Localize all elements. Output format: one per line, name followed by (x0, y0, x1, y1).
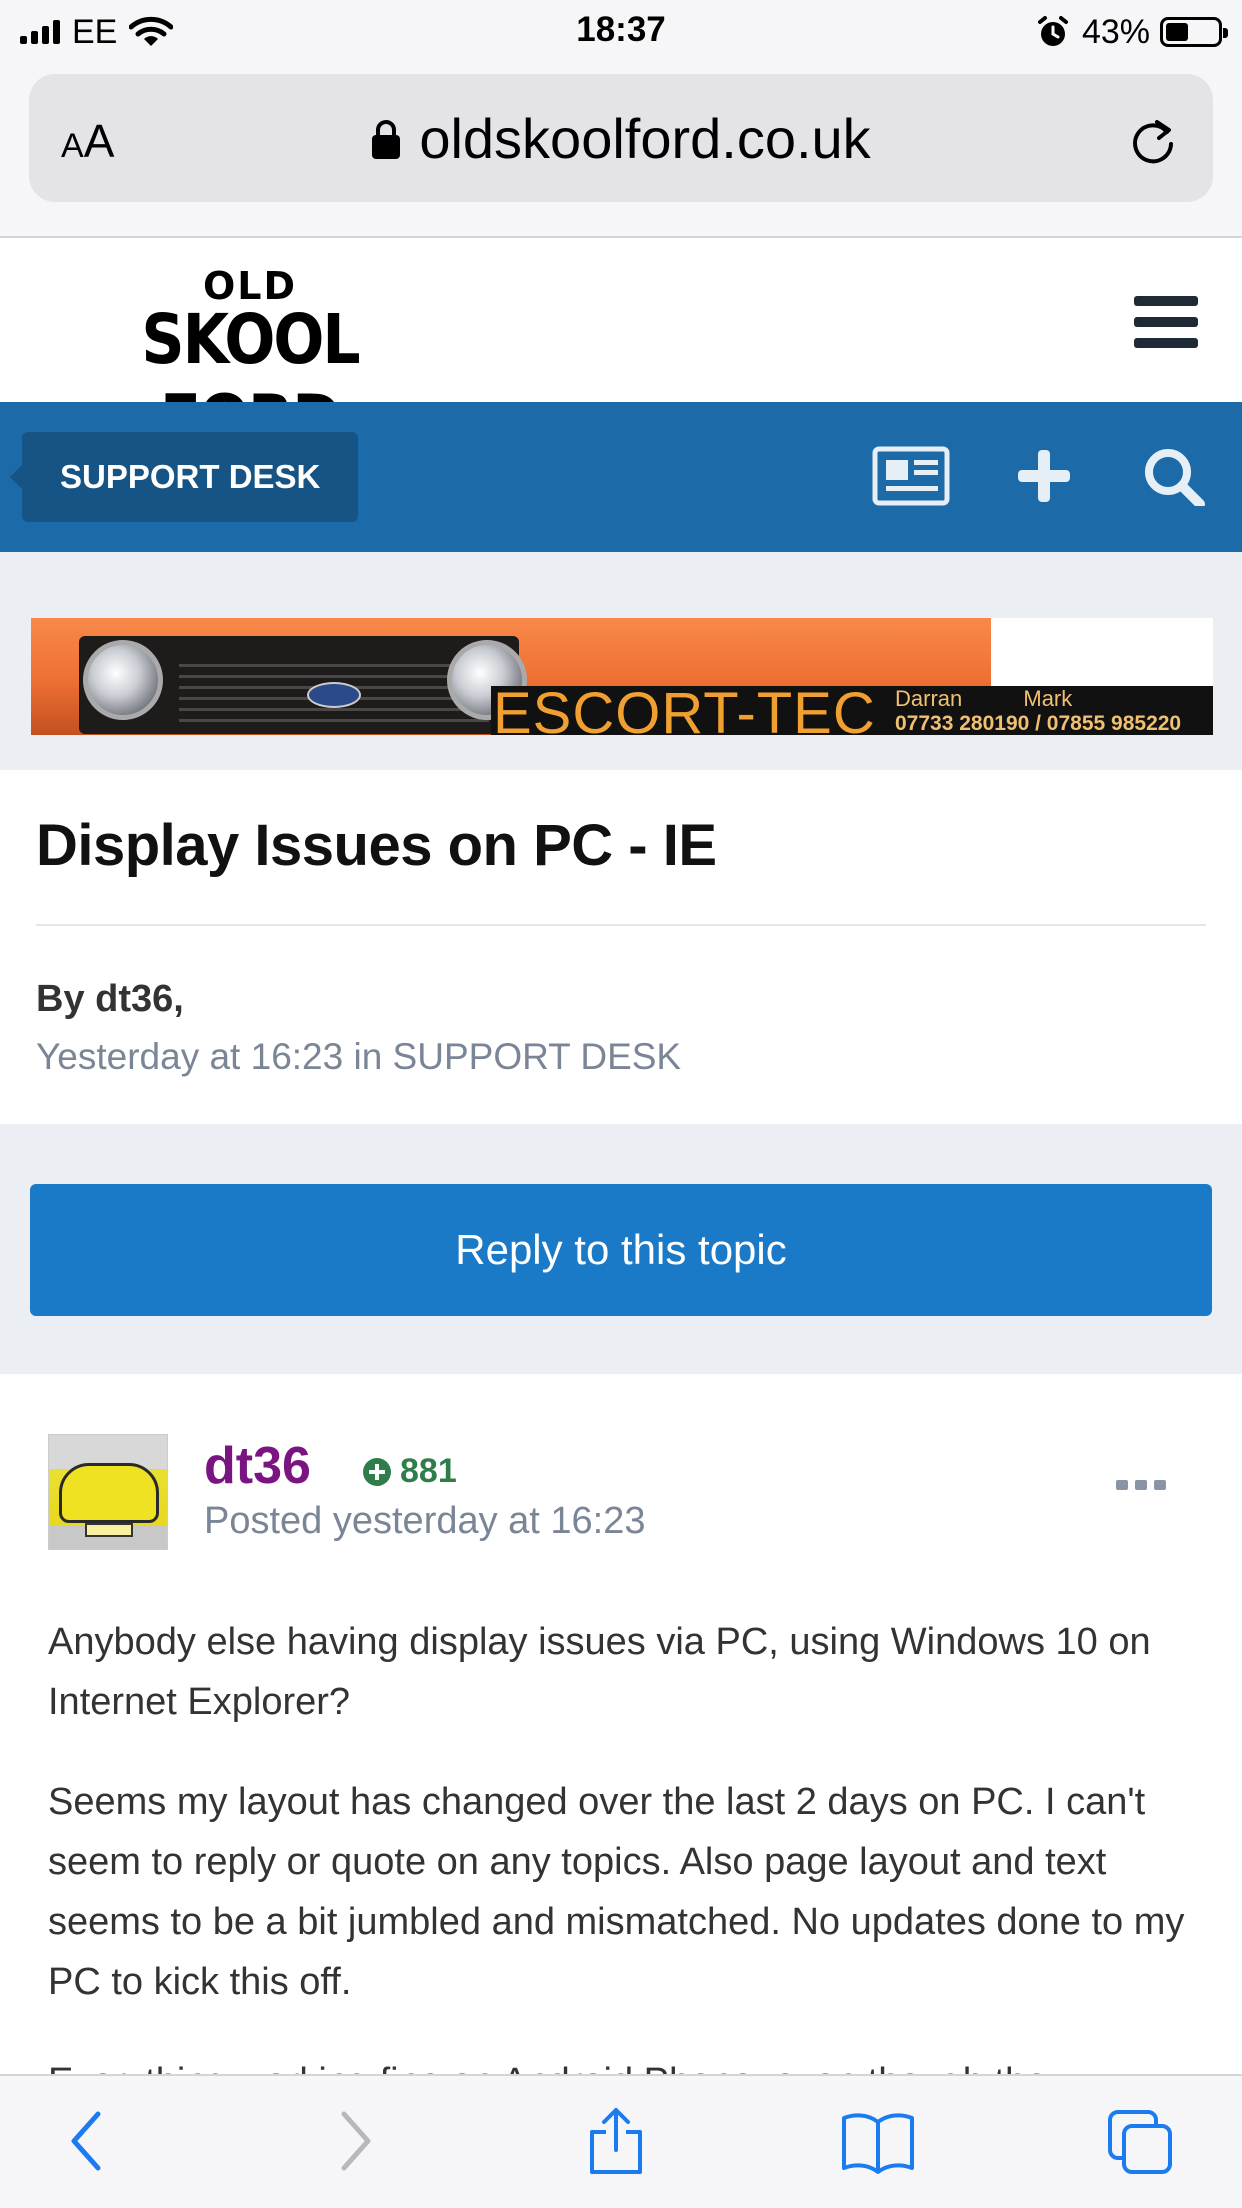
left-headlamp (83, 640, 163, 720)
reload-icon[interactable] (1127, 114, 1179, 166)
post-paragraph: Seems my layout has changed over the las… (48, 1781, 1185, 2003)
chevron-right-icon[interactable] (334, 2106, 378, 2176)
post: dt36 881 Posted yesterday at 16:23 Anybo… (0, 1374, 1242, 2103)
reputation-count: 881 (400, 1452, 457, 1490)
screen: EE 18:37 43% AA oldskoolford.co.uk OLD S… (0, 0, 1242, 2208)
plus-icon[interactable] (1016, 446, 1072, 506)
reply-button[interactable]: Reply to this topic (30, 1184, 1212, 1316)
tabs-icon[interactable] (1106, 2106, 1176, 2176)
banner-area: ESCORT-TEC Darran Mark 07733 280190 / 07… (0, 552, 1242, 770)
ford-badge (307, 682, 361, 708)
browser-chrome: AA oldskoolford.co.uk (0, 64, 1242, 238)
status-right: 43% (1036, 12, 1228, 52)
banner-names: Darran Mark (895, 686, 1073, 711)
address-bar[interactable]: AA oldskoolford.co.uk (29, 74, 1213, 202)
battery-percent: 43% (1081, 12, 1150, 51)
reputation-badge: 881 (362, 1452, 457, 1491)
banner-title: ESCORT-TEC (493, 681, 876, 735)
topic-header: Display Issues on PC - IE By dt36, Yeste… (0, 770, 1242, 1124)
breadcrumb-support-desk[interactable]: SUPPORT DESK (9, 432, 359, 522)
status-bar: EE 18:37 43% (0, 0, 1242, 64)
plus-circle-icon (363, 1457, 391, 1486)
battery-icon (1160, 17, 1228, 47)
banner-phones: 07733 280190 / 07855 985220 (895, 712, 1182, 735)
advert-banner[interactable]: ESCORT-TEC Darran Mark 07733 280190 / 07… (31, 618, 1213, 735)
book-icon[interactable] (840, 2106, 916, 2176)
url-text: oldskoolford.co.uk (419, 107, 871, 170)
share-icon[interactable] (586, 2106, 646, 2176)
url-display[interactable]: oldskoolford.co.uk (29, 106, 1213, 171)
topic-meta: Yesterday at 16:23 in SUPPORT DESK (36, 1036, 682, 1077)
post-body: Anybody else having display issues via P… (48, 1612, 1198, 2152)
nav-bar: SUPPORT DESK (0, 402, 1242, 552)
avatar[interactable] (48, 1434, 168, 1550)
page-title: Display Issues on PC - IE (36, 813, 717, 878)
topic-author[interactable]: By dt36, (36, 978, 184, 1021)
chevron-left-icon[interactable] (64, 2106, 108, 2176)
post-paragraph: Anybody else having display issues via P… (48, 1621, 1151, 1723)
reply-area: Reply to this topic (0, 1124, 1242, 1374)
alarm-icon (1037, 16, 1068, 46)
browser-toolbar (0, 2074, 1242, 2208)
search-icon[interactable] (1142, 446, 1208, 506)
newspaper-icon[interactable] (872, 446, 950, 506)
lock-icon (372, 119, 401, 159)
menu-icon[interactable] (1134, 296, 1198, 348)
battery-fill (1166, 23, 1188, 41)
divider (36, 924, 1206, 926)
post-timestamp: Posted yesterday at 16:23 (204, 1500, 646, 1542)
post-author[interactable]: dt36 (204, 1436, 311, 1496)
site-logo[interactable]: OLD SKOOL FORD (80, 264, 420, 461)
more-options-icon[interactable] (1116, 1478, 1166, 1492)
site-header: OLD SKOOL FORD (0, 238, 1242, 461)
